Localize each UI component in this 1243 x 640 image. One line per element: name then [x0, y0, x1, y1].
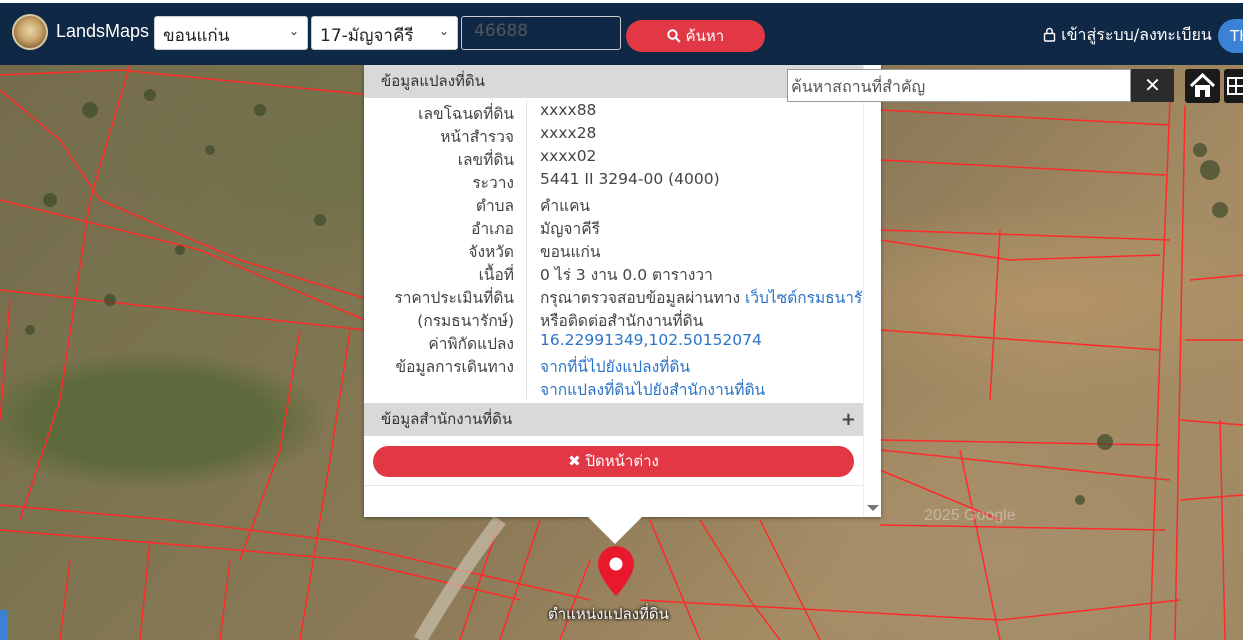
land-office-title: ข้อมูลสำนักงานที่ดิน [381, 410, 513, 428]
row-label: หน้าสำรวจ [440, 128, 514, 146]
row-label: ค่าพิกัดแปลง [428, 335, 514, 353]
place-search-input[interactable]: ค้นหาสถานที่สำคัญ [787, 69, 1131, 102]
table-row: (กรมธนารักษ์) หรือติดต่อสำนักงานที่ดิน [364, 308, 864, 331]
chevron-down-icon: ⌄ [288, 24, 299, 38]
table-row: ระวาง 5441 II 3294-00 (4000) [364, 170, 864, 193]
login-register-link[interactable]: เข้าสู่ระบบ/ลงทะเบียน [1043, 23, 1212, 48]
login-label: เข้าสู่ระบบ/ลงทะเบียน [1061, 25, 1212, 44]
table-row: ค่าพิกัดแปลง 16.22991349,102.50152074 [364, 331, 864, 354]
parcel-info-popup: ข้อมูลแปลงที่ดิน เลขโฉนดที่ดิน xxxx88 หน้… [364, 65, 882, 517]
close-label: ปิดหน้าต่าง [585, 452, 659, 470]
close-icon: ✕ [1144, 73, 1161, 97]
scroll-down-arrow-icon[interactable] [867, 505, 879, 511]
top-navbar: LandsMaps ขอนแก่น ⌄ 17-มัญจาคีรี ⌄ 46688… [0, 0, 1243, 65]
coordinate-link[interactable]: 16.22991349,102.50152074 [540, 331, 762, 349]
row-value: 5441 II 3294-00 (4000) [540, 170, 720, 188]
grid-icon [1227, 77, 1243, 95]
brand-name[interactable]: LandsMaps [56, 21, 149, 42]
table-row: ตำบล คำแคน [364, 193, 864, 216]
row-label: อำเภอ [471, 220, 514, 238]
search-button[interactable]: ค้นหา [626, 20, 765, 52]
province-select[interactable]: ขอนแก่น ⌄ [154, 16, 308, 50]
row-label: เลขโฉนดที่ดิน [418, 105, 514, 123]
row-value: หรือติดต่อสำนักงานที่ดิน [540, 312, 704, 330]
table-row: เลขโฉนดที่ดิน xxxx88 [364, 101, 864, 124]
plus-icon: + [840, 409, 856, 430]
table-row: ราคาประเมินที่ดิน กรุณาตรวจสอบข้อมูลผ่านท… [364, 285, 881, 308]
row-label: ข้อมูลการเดินทาง [395, 358, 514, 376]
search-icon [667, 29, 681, 43]
lock-icon [1043, 27, 1056, 42]
home-button[interactable] [1185, 69, 1220, 103]
directions-to-parcel-link[interactable]: จากที่นี่ไปยังแปลงที่ดิน [540, 354, 690, 379]
close-icon: ✖ [568, 452, 581, 470]
treasury-website-link[interactable]: เว็บไซต์กรมธนารักษ์ [745, 289, 882, 307]
parcel-info-table: เลขโฉนดที่ดิน xxxx88 หน้าสำรวจ xxxx28 เลขท… [364, 101, 881, 400]
row-value: xxxx02 [540, 147, 597, 165]
row-value: มัญจาคีรี [540, 220, 600, 238]
row-value: กรุณาตรวจสอบข้อมูลผ่านทาง เว็บไซต์กรมธนา… [540, 285, 882, 310]
row-label: ตำบล [475, 197, 514, 215]
search-label: ค้นหา [685, 27, 725, 45]
directions-to-office-link[interactable]: จากแปลงที่ดินไปยังสำนักงานที่ดิน [540, 377, 765, 402]
row-label: ราคาประเมินที่ดิน [394, 289, 514, 307]
price-check-text: กรุณาตรวจสอบข้อมูลผ่านทาง [540, 289, 741, 307]
clear-search-button[interactable]: ✕ [1131, 69, 1174, 102]
side-panel-tab[interactable] [0, 610, 7, 640]
marker-label: ตำแหน่งแปลงที่ดิน [548, 605, 669, 623]
table-row: จังหวัด ขอนแก่น [364, 239, 864, 262]
row-value: ขอนแก่น [540, 243, 601, 261]
row-value: คำแคน [540, 197, 591, 215]
table-row: ข้อมูลการเดินทาง จากที่นี่ไปยังแปลงที่ดิน [364, 354, 864, 377]
land-office-header[interactable]: ข้อมูลสำนักงานที่ดิน + [364, 403, 864, 436]
district-select[interactable]: 17-มัญจาคีรี ⌄ [311, 16, 458, 50]
row-label: เนื้อที่ [478, 266, 514, 284]
popup-pointer [587, 516, 643, 544]
close-window-button[interactable]: ✖ ปิดหน้าต่าง [373, 446, 854, 477]
table-row: จากแปลงที่ดินไปยังสำนักงานที่ดิน [364, 377, 864, 400]
map-pin-icon [598, 546, 634, 596]
table-row: หน้าสำรวจ xxxx28 [364, 124, 864, 147]
row-value: 0 ไร่ 3 งาน 0.0 ตารางวา [540, 266, 713, 284]
language-button[interactable]: TH [1218, 19, 1243, 53]
chevron-down-icon: ⌄ [438, 24, 449, 38]
district-value: 17-มัญจาคีรี [320, 26, 414, 46]
row-label: ระวาง [472, 174, 514, 192]
table-row: อำเภอ มัญจาคีรี [364, 216, 864, 239]
row-value: xxxx88 [540, 101, 597, 119]
layers-button[interactable] [1224, 69, 1243, 103]
province-value: ขอนแก่น [163, 26, 230, 46]
table-row: เลขที่ดิน xxxx02 [364, 147, 864, 170]
popup-scrollbar[interactable] [863, 65, 881, 517]
parcel-number-input[interactable]: 46688 [461, 16, 621, 50]
table-row: เนื้อที่ 0 ไร่ 3 งาน 0.0 ตารางวา [364, 262, 864, 285]
row-label: เลขที่ดิน [457, 151, 514, 169]
row-value: xxxx28 [540, 124, 597, 142]
row-label: (กรมธนารักษ์) [417, 312, 514, 330]
parcel-location-marker[interactable] [596, 544, 636, 602]
popup-divider [364, 485, 864, 486]
row-label: จังหวัด [468, 243, 514, 261]
landsmaps-logo[interactable] [12, 14, 48, 50]
map-watermark: 2025 Google [924, 507, 1016, 524]
home-icon [1189, 72, 1216, 97]
